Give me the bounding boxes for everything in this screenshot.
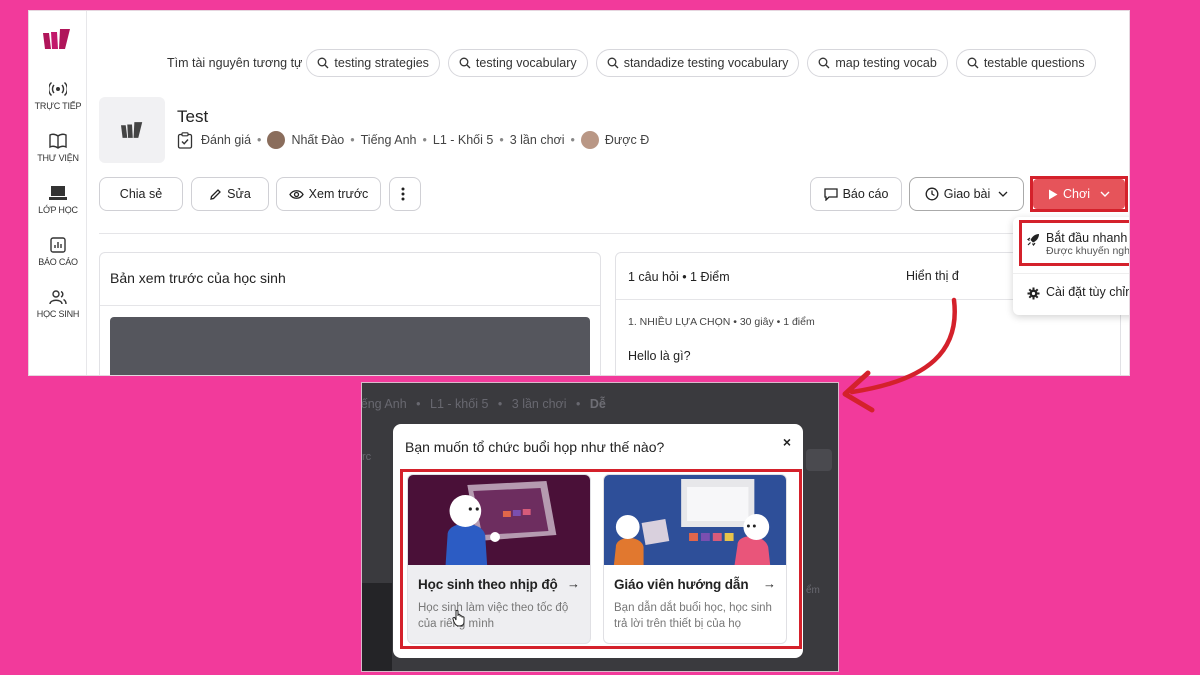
- session-mode-screenshot: iếng Anh • L1 - khối 5 • 3 lần chơi • Dễ…: [361, 382, 839, 672]
- close-icon[interactable]: ×: [783, 434, 791, 450]
- highlight-options: [400, 469, 802, 649]
- bg-pill: [806, 449, 832, 471]
- modal-title: Bạn muốn tổ chức buổi họp như thế nào?: [405, 439, 665, 455]
- bg-fragment: ểm: [806, 585, 820, 596]
- bg-subject: iếng Anh: [361, 397, 407, 411]
- bg-grade: L1 - khối 5: [430, 397, 489, 411]
- bg-difficulty: Dễ: [589, 397, 606, 411]
- bg-fragment: rc: [362, 451, 372, 463]
- background-meta: iếng Anh • L1 - khối 5 • 3 lần chơi • Dễ: [361, 397, 606, 411]
- bg-plays: 3 lần chơi: [511, 397, 567, 411]
- bg-dark-block: [362, 583, 392, 671]
